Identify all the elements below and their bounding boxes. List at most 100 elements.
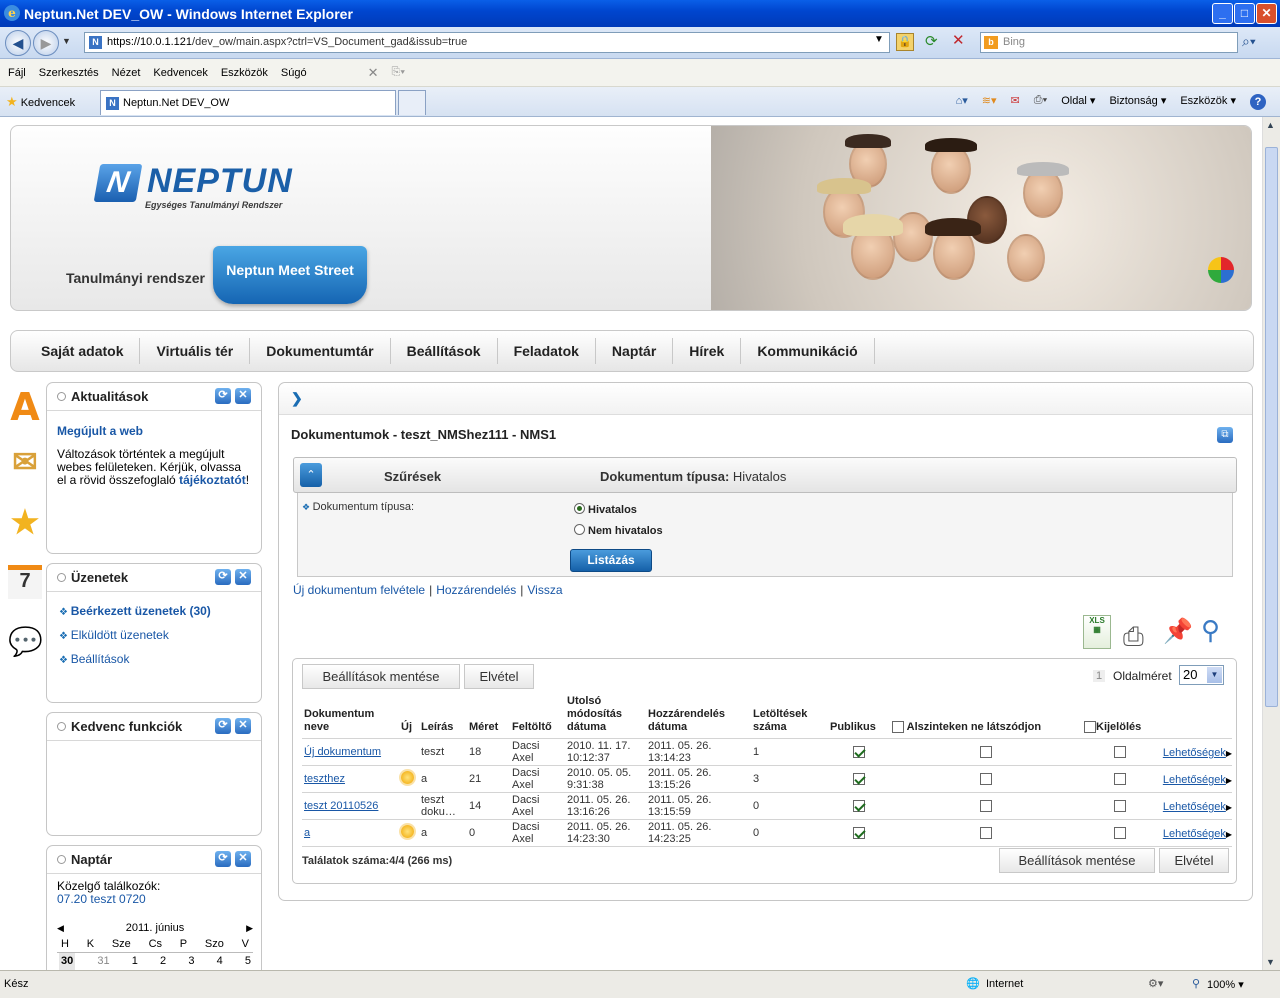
- popout-icon[interactable]: ⧉: [1217, 427, 1233, 443]
- col-description[interactable]: Leírás: [419, 695, 467, 739]
- tab-meet-street[interactable]: Neptun Meet Street: [213, 246, 367, 304]
- discard-button-top[interactable]: Elvétel: [464, 664, 534, 689]
- messages-settings-link[interactable]: ❖ Beállítások: [59, 648, 261, 672]
- col-size[interactable]: Méret: [467, 695, 510, 739]
- nav-settings[interactable]: Beállítások: [391, 338, 498, 364]
- nav-virtual-space[interactable]: Virtuális tér: [140, 338, 251, 364]
- next-month-icon[interactable]: ▶: [246, 920, 253, 936]
- calendar-day[interactable]: 31: [97, 953, 109, 970]
- close-window-button[interactable]: ✕: [1256, 3, 1277, 24]
- public-checkbox[interactable]: [852, 773, 865, 786]
- collapse-filter-icon[interactable]: ⌃: [300, 463, 322, 487]
- save-settings-button-top[interactable]: Beállítások mentése: [302, 664, 460, 689]
- calendar-day[interactable]: 30: [59, 953, 76, 970]
- select-checkbox[interactable]: [1114, 827, 1126, 840]
- public-checkbox[interactable]: [852, 827, 865, 840]
- scrollbar-thumb[interactable]: [1265, 147, 1278, 707]
- news-headline[interactable]: Megújult a web: [57, 425, 251, 438]
- options-menu[interactable]: Lehetőségek▶: [1163, 828, 1232, 841]
- refresh-icon[interactable]: ⟳: [925, 32, 938, 50]
- close-panel-icon[interactable]: ✕: [235, 569, 251, 585]
- col-modified[interactable]: Utolsó módosítás dátuma: [565, 695, 646, 739]
- radio-official-icon[interactable]: [574, 503, 585, 514]
- refresh-panel-icon[interactable]: ⟳: [215, 569, 231, 585]
- select-all-checkbox[interactable]: [1084, 721, 1096, 734]
- breadcrumb-arrow-icon[interactable]: ❯: [291, 390, 303, 407]
- select-checkbox[interactable]: [1114, 746, 1126, 759]
- news-side-icon[interactable]: A: [8, 385, 42, 429]
- calendar-day[interactable]: 4: [217, 953, 223, 970]
- radio-unofficial-icon[interactable]: [574, 524, 585, 535]
- close-panel-icon[interactable]: ✕: [235, 718, 251, 734]
- prev-month-icon[interactable]: ◀: [57, 920, 64, 936]
- hide-sublevels-checkbox[interactable]: [979, 773, 992, 786]
- col-hide-sublevels[interactable]: Alszinteken ne látszódjon: [890, 695, 1082, 739]
- col-uploader[interactable]: Feltöltő: [510, 695, 565, 739]
- messages-sent-link[interactable]: ❖ Elküldött üzenetek: [59, 624, 261, 648]
- radio-official[interactable]: Hivatalos: [574, 503, 637, 516]
- tab-study-system[interactable]: Tanulmányi rendszer: [66, 270, 205, 286]
- calendar-day[interactable]: 2: [160, 953, 166, 970]
- select-all-hide-checkbox[interactable]: [892, 721, 904, 734]
- calendar-day[interactable]: 3: [188, 953, 194, 970]
- menu-view[interactable]: Nézet: [112, 67, 141, 79]
- menu-help[interactable]: Súgó: [281, 67, 307, 79]
- history-dropdown-icon[interactable]: ▼: [62, 36, 71, 46]
- excel-export-icon[interactable]: XLS ▦: [1083, 615, 1111, 649]
- hide-sublevels-checkbox[interactable]: [979, 827, 992, 840]
- mail-icon[interactable]: ✉: [1011, 94, 1020, 110]
- calendar-day[interactable]: 5: [245, 953, 251, 970]
- color-theme-icon[interactable]: [1208, 257, 1234, 283]
- close-toolbar-icon[interactable]: ✕: [368, 65, 379, 81]
- public-checkbox[interactable]: [852, 746, 865, 759]
- zoom-icon[interactable]: ⚲: [1192, 977, 1200, 990]
- col-select[interactable]: Kijelölés: [1082, 695, 1232, 739]
- safety-menu[interactable]: Biztonság ▾: [1109, 94, 1166, 110]
- stop-icon[interactable]: ✕: [952, 31, 965, 49]
- calendar-day[interactable]: 1: [132, 953, 138, 970]
- page-menu[interactable]: Oldal ▾: [1061, 94, 1095, 110]
- col-new[interactable]: Új: [399, 695, 419, 739]
- select-checkbox[interactable]: [1114, 773, 1126, 786]
- document-name-link[interactable]: teszt 20110526: [304, 800, 378, 812]
- assign-link[interactable]: Hozzárendelés: [436, 583, 516, 597]
- protected-mode-icon[interactable]: ⚙▾: [1148, 977, 1163, 990]
- col-downloads[interactable]: Letöltések száma: [751, 695, 828, 739]
- minimize-button[interactable]: _: [1212, 3, 1233, 24]
- options-menu[interactable]: Lehetőségek▶: [1163, 774, 1232, 787]
- feeds-icon[interactable]: ≋▾: [982, 94, 997, 110]
- messages-side-icon[interactable]: ✉: [8, 445, 42, 485]
- news-link[interactable]: tájékoztatót: [179, 473, 246, 487]
- menu-tools[interactable]: Eszközök: [221, 67, 268, 79]
- page-number[interactable]: 1: [1093, 670, 1106, 682]
- calendar-side-icon[interactable]: 7: [8, 565, 42, 599]
- nav-calendar[interactable]: Naptár: [596, 338, 674, 364]
- chevron-down-icon[interactable]: ▼: [1207, 667, 1222, 683]
- page-size-select[interactable]: 20 ▼: [1179, 665, 1224, 685]
- back-icon[interactable]: ◀: [5, 30, 31, 56]
- options-menu[interactable]: Lehetőségek▶: [1163, 801, 1232, 814]
- search-magnifier-icon[interactable]: ⚲: [1201, 615, 1231, 649]
- chat-side-icon[interactable]: 💬: [8, 625, 43, 665]
- new-document-link[interactable]: Új dokumentum felvétele: [293, 583, 425, 597]
- save-settings-button-bottom[interactable]: Beállítások mentése: [999, 848, 1155, 873]
- print-icon[interactable]: ⎙▾: [1034, 94, 1047, 110]
- zoom-level[interactable]: 100% ▾: [1207, 978, 1244, 991]
- filter-header[interactable]: ⌃ Szűrések Dokumentum típusa: Hivatalos: [293, 457, 1237, 493]
- col-public[interactable]: Publikus: [828, 695, 890, 739]
- public-checkbox[interactable]: [852, 800, 865, 813]
- document-name-link[interactable]: Új dokumentum: [304, 746, 381, 758]
- menu-edit[interactable]: Szerkesztés: [39, 67, 99, 79]
- options-menu[interactable]: Lehetőségek▶: [1163, 747, 1232, 760]
- vertical-scrollbar[interactable]: ▲ ▼: [1262, 117, 1280, 970]
- refresh-panel-icon[interactable]: ⟳: [215, 388, 231, 404]
- nav-news[interactable]: Hírek: [673, 338, 742, 364]
- select-checkbox[interactable]: [1114, 800, 1126, 813]
- menu-file[interactable]: Fájl: [8, 67, 26, 79]
- new-tab-button[interactable]: [398, 90, 426, 115]
- nav-own-data[interactable]: Saját adatok: [25, 338, 141, 364]
- hide-sublevels-checkbox[interactable]: [979, 800, 992, 813]
- hide-sublevels-checkbox[interactable]: [979, 746, 992, 759]
- discard-button-bottom[interactable]: Elvétel: [1159, 848, 1229, 873]
- search-go-icon[interactable]: ⌕▾: [1242, 33, 1256, 50]
